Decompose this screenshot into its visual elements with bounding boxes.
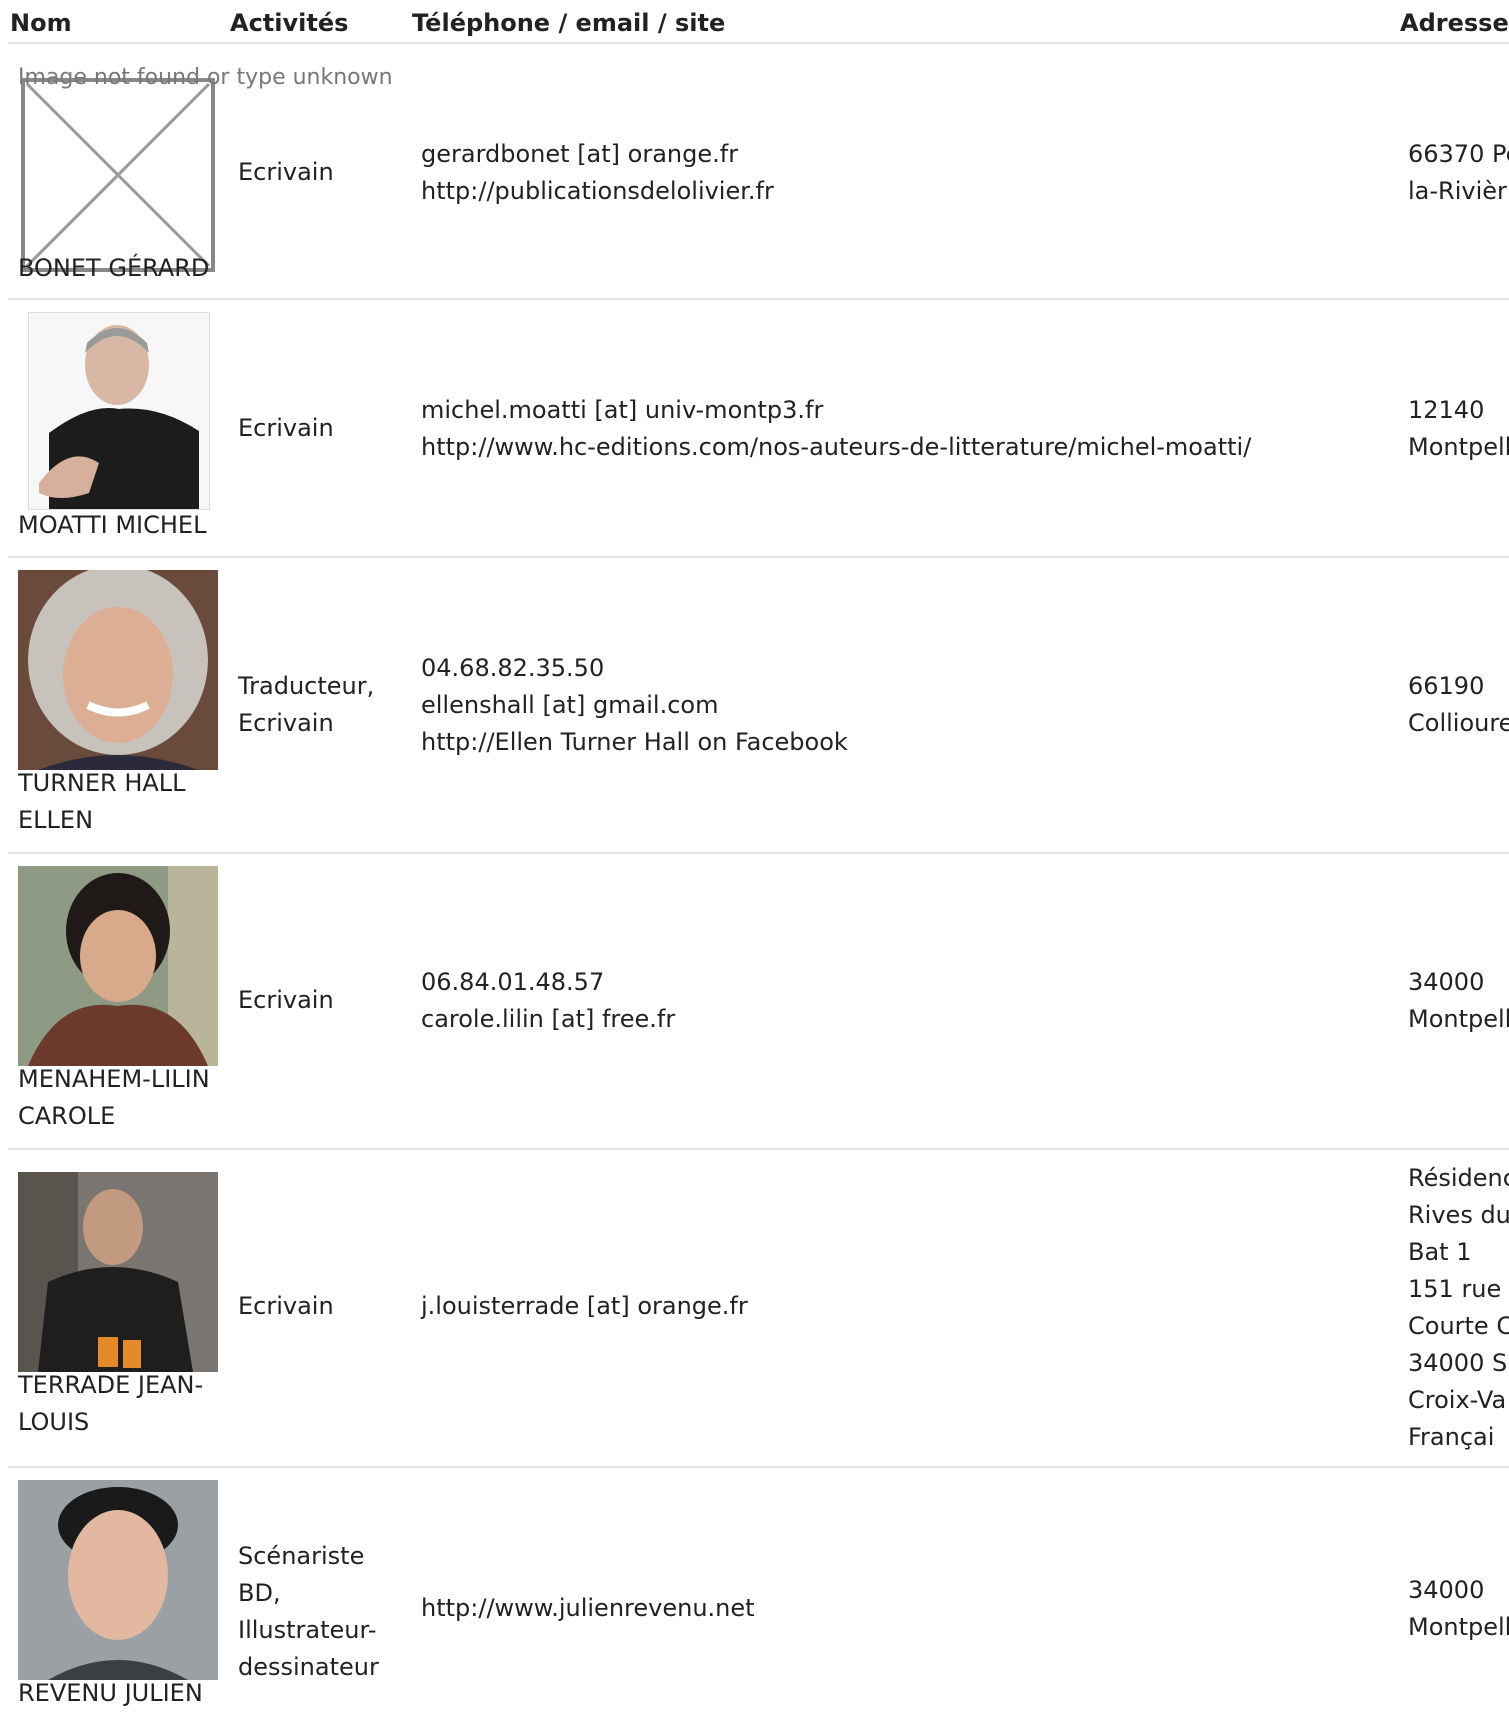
author-photo[interactable]	[18, 866, 218, 1066]
author-contact[interactable]: michel.moatti [at] univ-montp3.fr http:/…	[421, 392, 1371, 466]
author-contact[interactable]: j.louisterrade [at] orange.fr	[421, 1288, 1371, 1325]
portrait-image	[18, 1172, 218, 1372]
author-photo[interactable]	[18, 1172, 218, 1372]
table-row: TURNER HALL ELLEN Traducteur, Ecrivain 0…	[8, 558, 1509, 854]
author-address: 34000 Montpell	[1408, 968, 1509, 1033]
author-contact[interactable]: 04.68.82.35.50 ellenshall [at] gmail.com…	[421, 650, 1371, 761]
header-contact[interactable]: Téléphone / email / site	[412, 8, 725, 38]
author-address: 12140 Montpell	[1408, 396, 1509, 461]
table-row: MENAHEM-LILIN CAROLE Ecrivain 06.84.01.4…	[8, 854, 1509, 1150]
author-activities: Ecrivain	[238, 986, 334, 1014]
authors-table: Nom Activités Téléphone / email / site A…	[8, 0, 1509, 1716]
author-activities: Ecrivain	[238, 158, 334, 186]
portrait-image	[18, 866, 218, 1066]
author-name[interactable]: MOATTI MICHEL	[18, 507, 213, 544]
portrait-image	[18, 1480, 218, 1680]
author-name[interactable]: MENAHEM-LILIN CAROLE	[18, 1061, 213, 1135]
author-photo[interactable]	[28, 312, 210, 510]
author-name[interactable]: BONET GÉRARD	[18, 250, 213, 287]
table-row: Image not found or type unknown BONET GÉ…	[8, 44, 1509, 300]
table-header: Nom Activités Téléphone / email / site A…	[8, 0, 1509, 44]
portrait-image	[18, 570, 218, 770]
author-activities: Ecrivain	[238, 1292, 334, 1320]
author-address: 66370 Pe la-Rivièr	[1408, 140, 1509, 205]
author-photo[interactable]	[18, 570, 218, 770]
image-alt-text: Image not found or type unknown	[18, 65, 393, 90]
author-name[interactable]: TURNER HALL ELLEN	[18, 765, 213, 839]
table-row: TERRADE JEAN- LOUIS Ecrivain j.louisterr…	[8, 1150, 1509, 1468]
table-row: REVENU JULIEN Scénariste BD, Illustrateu…	[8, 1468, 1509, 1716]
header-name[interactable]: Nom	[10, 8, 72, 38]
author-activities: Traducteur, Ecrivain	[238, 672, 375, 737]
portrait-image	[29, 313, 209, 509]
author-activities: Ecrivain	[238, 414, 334, 442]
author-address: 66190 Collioure	[1408, 672, 1509, 737]
author-address: 34000 Montpell	[1408, 1576, 1509, 1641]
header-activities[interactable]: Activités	[230, 8, 348, 38]
image-placeholder-icon	[21, 78, 215, 272]
author-address: Résidenc Rives du Bat 1 151 rue Courte C…	[1408, 1164, 1509, 1451]
author-contact[interactable]: gerardbonet [at] orange.fr http://public…	[421, 136, 1371, 210]
header-address[interactable]: Adresse	[1400, 8, 1509, 38]
author-contact[interactable]: http://www.julienrevenu.net	[421, 1590, 1371, 1627]
author-activities: Scénariste BD, Illustrateur- dessinateur	[238, 1542, 379, 1681]
author-name[interactable]: REVENU JULIEN	[18, 1675, 213, 1712]
author-name[interactable]: TERRADE JEAN- LOUIS	[18, 1367, 213, 1441]
table-row: MOATTI MICHEL Ecrivain michel.moatti [at…	[8, 300, 1509, 558]
author-photo[interactable]	[18, 1480, 218, 1680]
author-contact[interactable]: 06.84.01.48.57 carole.lilin [at] free.fr	[421, 964, 1371, 1038]
